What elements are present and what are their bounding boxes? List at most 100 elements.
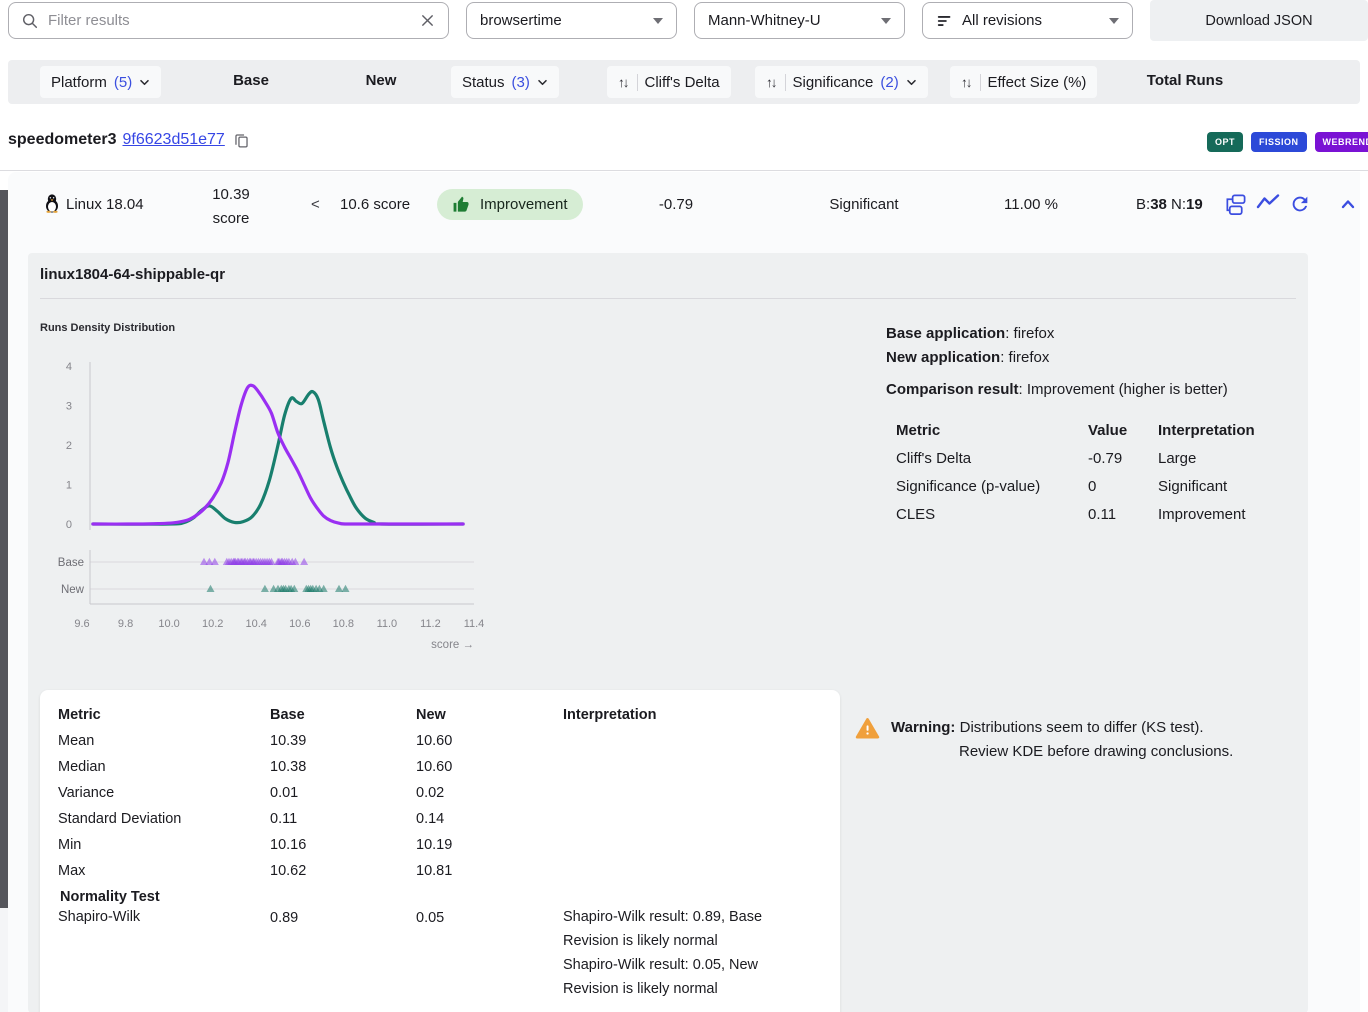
runs-density-chart: 01234BaseNew9.69.810.010.210.410.610.811… <box>40 350 510 660</box>
base-score-unit: score <box>213 210 250 227</box>
thumbs-up-icon <box>452 195 471 214</box>
filter-lines-icon <box>936 12 954 30</box>
framework-select[interactable]: browsertime <box>466 2 677 39</box>
webrender-badge: WEBRENDER <box>1315 132 1368 152</box>
revision-header: speedometer3 9f6623d51e77 <box>8 131 250 149</box>
svg-text:11.0: 11.0 <box>377 618 398 630</box>
chevron-down-icon <box>906 79 917 86</box>
svg-text:10.4: 10.4 <box>246 618 267 630</box>
results-column-header: Platform (5) Base New Status (3) ↑↓ Clif… <box>8 60 1360 104</box>
total-runs-column-label: Total Runs <box>1127 72 1243 89</box>
revisions-filter-value: All revisions <box>962 12 1042 29</box>
status-filter-count: (3) <box>512 74 530 91</box>
svg-text:9.6: 9.6 <box>74 618 89 630</box>
comparison-result-label: Comparison result <box>886 381 1019 398</box>
status-badge-label: Improvement <box>480 196 568 213</box>
sort-effect-size-button[interactable]: ↑↓ Effect Size (%) <box>950 66 1097 98</box>
revisions-filter-select[interactable]: All revisions <box>922 2 1133 39</box>
metrics-table-header: Metric Value Interpretation <box>896 417 1298 445</box>
new-column-label: New <box>331 72 431 89</box>
collapse-row-button[interactable] <box>1338 194 1358 214</box>
sort-cliffs-delta-button[interactable]: ↑↓ Cliff's Delta <box>607 66 731 98</box>
svg-text:10.8: 10.8 <box>333 618 354 630</box>
statistics-card: Metric Base New Interpretation Mean10.39… <box>40 690 840 1012</box>
comparison-info-panel: Base application: firefox New applicatio… <box>886 322 1298 529</box>
new-application-label: New application <box>886 349 1000 366</box>
comparison-result-value: : Improvement (higher is better) <box>1019 381 1228 398</box>
dropdown-caret-icon <box>881 18 891 24</box>
filter-results-box <box>8 2 449 39</box>
table-row: Mean10.3910.60 <box>58 728 840 754</box>
statistic-select[interactable]: Mann-Whitney-U <box>694 2 905 39</box>
significance-column-label: Significance <box>793 74 874 91</box>
retrigger-button[interactable] <box>1289 193 1311 215</box>
revision-badges: OPT FISSION WEBRENDER <box>1207 132 1368 152</box>
significance-filter-button[interactable]: ↑↓ Significance (2) <box>755 66 928 98</box>
comparison-sign: < <box>311 196 320 213</box>
chip-divider <box>980 74 981 91</box>
copy-icon <box>233 132 250 149</box>
warning-label: Warning: <box>891 719 955 736</box>
refresh-icon <box>1289 193 1311 215</box>
table-row: Min10.1610.19 <box>58 832 840 858</box>
significance-filter-count: (2) <box>880 74 898 91</box>
filter-results-input[interactable] <box>48 12 410 29</box>
normality-test-label: Normality Test <box>58 889 840 905</box>
window-edge-strip <box>0 190 8 908</box>
svg-text:1: 1 <box>66 480 72 492</box>
base-application-label: Base application <box>886 325 1005 342</box>
row-total-runs: B:38 N:19 <box>1136 196 1203 213</box>
download-json-button[interactable]: Download JSON <box>1150 0 1368 41</box>
status-filter-button[interactable]: Status (3) <box>451 66 559 98</box>
table-row: Variance0.010.02 <box>58 780 840 806</box>
table-row: Max10.6210.81 <box>58 858 840 884</box>
fission-badge: FISSION <box>1251 132 1307 152</box>
revision-hash-link[interactable]: 9f6623d51e77 <box>123 131 225 149</box>
chip-divider <box>785 74 786 91</box>
result-row[interactable]: Linux 18.04 10.39 score < 10.6 score Imp… <box>8 172 1360 236</box>
shapiro-wilk-row: Shapiro-Wilk 0.89 0.05 Shapiro-Wilk resu… <box>58 905 840 1001</box>
graph-icon <box>1256 192 1280 216</box>
expanded-panel: linux1804-64-shippable-qr Runs Density D… <box>28 253 1308 1012</box>
runs-base-count: 38 <box>1150 196 1167 213</box>
runs-new-count: 19 <box>1186 196 1203 213</box>
table-row: Cliff's Delta -0.79 Large <box>896 445 1298 473</box>
graph-button[interactable] <box>1256 192 1280 216</box>
svg-text:11.2: 11.2 <box>420 618 441 630</box>
cliffs-delta-column-label: Cliff's Delta <box>645 74 720 91</box>
statistic-select-value: Mann-Whitney-U <box>708 12 821 29</box>
svg-text:score →: score → <box>431 639 474 651</box>
chart-title: Runs Density Distribution <box>40 322 175 334</box>
row-significance: Significant <box>814 196 914 213</box>
stats-table-header: Metric Base New Interpretation <box>58 702 840 728</box>
svg-text:10.0: 10.0 <box>158 618 179 630</box>
warning-text: Warning: Distributions seem to differ (K… <box>891 716 1233 764</box>
table-row: Significance (p-value) 0 Significant <box>896 473 1298 501</box>
svg-text:9.8: 9.8 <box>118 618 133 630</box>
platform-filter-count: (5) <box>114 74 132 91</box>
table-row: Median10.3810.60 <box>58 754 840 780</box>
subtest-title: linux1804-64-shippable-qr <box>40 266 225 283</box>
subtests-icon <box>1224 193 1247 216</box>
row-base-score: 10.39 score <box>181 183 281 231</box>
runs-base-label: B: <box>1136 196 1150 213</box>
svg-text:4: 4 <box>66 361 72 373</box>
chevron-down-icon <box>139 79 150 86</box>
status-badge: Improvement <box>437 189 583 220</box>
sort-arrows-icon: ↑↓ <box>766 75 778 90</box>
svg-text:10.2: 10.2 <box>202 618 223 630</box>
subtests-button[interactable] <box>1224 193 1247 216</box>
runs-new-label: N: <box>1171 196 1186 213</box>
sort-arrows-icon: ↑↓ <box>961 75 973 90</box>
clear-filter-icon[interactable] <box>419 12 436 29</box>
base-score-value: 10.39 <box>212 186 250 203</box>
effect-size-column-label: Effect Size (%) <box>988 74 1087 91</box>
svg-text:2: 2 <box>66 440 72 452</box>
ks-test-warning: Warning: Distributions seem to differ (K… <box>855 716 1325 764</box>
copy-hash-button[interactable] <box>233 132 250 149</box>
comparison-result-line: Comparison result: Improvement (higher i… <box>886 378 1298 402</box>
platform-filter-button[interactable]: Platform (5) <box>40 66 161 98</box>
svg-text:10.6: 10.6 <box>289 618 310 630</box>
chevron-down-icon <box>537 79 548 86</box>
chevron-up-icon <box>1338 194 1358 214</box>
